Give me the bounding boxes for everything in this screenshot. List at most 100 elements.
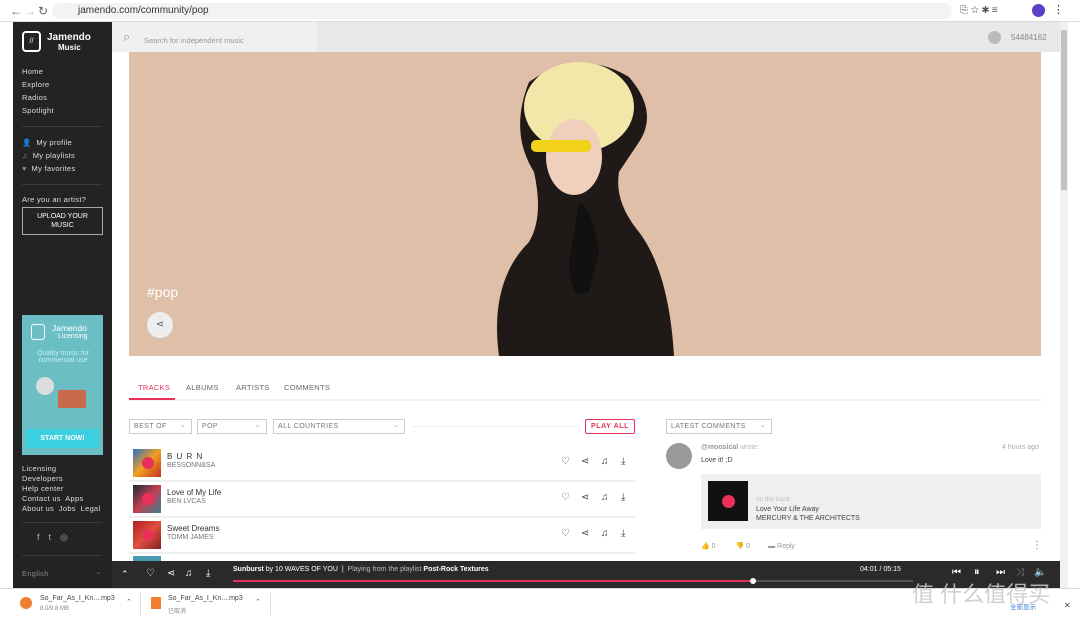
facebook-icon[interactable]: f bbox=[37, 532, 49, 542]
tab-albums[interactable]: ALBUMS bbox=[186, 383, 219, 392]
menu-icon[interactable]: ⋮ bbox=[1053, 3, 1064, 16]
comment-track-card[interactable]: on the track: Love Your Life Away MERCUR… bbox=[701, 474, 1041, 529]
track-row[interactable]: Sweet Dreams TOMM JAMES ♡ ⋖ ♫ ⤓ bbox=[129, 518, 635, 554]
player-artist[interactable]: 10 WAVES OF YOU bbox=[275, 566, 338, 573]
comment-text: Love it! ;D bbox=[701, 457, 733, 464]
address-bar[interactable]: jamendo.com/community/pop bbox=[52, 3, 952, 19]
commenter-avatar[interactable] bbox=[666, 443, 692, 469]
thumbs-up-icon[interactable]: 👍 bbox=[701, 543, 710, 550]
download-name[interactable]: So_Far_As_I_Kn....mp3 bbox=[40, 595, 115, 602]
download-icon[interactable]: ⤓ bbox=[621, 492, 625, 503]
my-favorites-link[interactable]: ♥ My favorites bbox=[22, 164, 76, 173]
player-track[interactable]: Sunburst bbox=[233, 566, 264, 573]
play-icon[interactable] bbox=[142, 529, 154, 541]
album-art[interactable] bbox=[133, 449, 161, 477]
thumbs-down-icon[interactable]: 👎 bbox=[736, 543, 745, 550]
album-art[interactable] bbox=[133, 485, 161, 513]
play-all-button[interactable]: PLAY ALL bbox=[585, 419, 635, 434]
ad-brand: Jamendo bbox=[52, 323, 87, 333]
track-title[interactable]: B U R N bbox=[167, 452, 203, 461]
track-art[interactable] bbox=[708, 481, 748, 521]
heart-icon[interactable]: ♡ bbox=[561, 456, 570, 467]
footer-jobs[interactable]: Jobs bbox=[59, 504, 76, 513]
play-icon[interactable] bbox=[142, 493, 154, 505]
nav-explore[interactable]: Explore bbox=[22, 80, 50, 89]
album-art[interactable] bbox=[133, 521, 161, 549]
footer-licensing[interactable]: Licensing bbox=[22, 464, 56, 473]
close-icon[interactable]: ✕ bbox=[1064, 601, 1071, 610]
footer-help[interactable]: Help center bbox=[22, 484, 64, 493]
upload-music-button[interactable]: UPLOAD YOUR MUSIC bbox=[22, 207, 103, 235]
nav-radios[interactable]: Radios bbox=[22, 93, 47, 102]
share-icon[interactable]: ⋖ bbox=[581, 528, 589, 539]
user-avatar[interactable] bbox=[988, 31, 1001, 44]
download-icon[interactable]: ⤓ bbox=[621, 528, 625, 539]
download-name[interactable]: So_Far_As_I_Kn....mp3 bbox=[168, 595, 243, 602]
forward-icon[interactable]: → bbox=[24, 4, 36, 18]
nav-home[interactable]: Home bbox=[22, 67, 43, 76]
add-to-playlist-icon[interactable]: ♫ bbox=[185, 568, 193, 579]
comment-user[interactable]: @moosical bbox=[701, 444, 738, 451]
chevron-up-icon[interactable]: ⌃ bbox=[126, 598, 132, 606]
twitter-icon[interactable]: t bbox=[49, 532, 61, 542]
share-button[interactable]: ⋖ bbox=[147, 312, 173, 338]
extensions-icons[interactable]: ⎘ ☆ ✱ ≡ bbox=[960, 5, 998, 16]
track-artist[interactable]: BESSONN&SA bbox=[167, 462, 215, 469]
add-to-playlist-icon[interactable]: ♫ bbox=[601, 528, 609, 539]
heart-icon[interactable]: ♡ bbox=[146, 568, 155, 579]
share-icon[interactable]: ⋖ bbox=[167, 568, 175, 579]
share-icon[interactable]: ⋖ bbox=[581, 492, 589, 503]
footer-apps[interactable]: Apps bbox=[65, 494, 83, 503]
tab-tracks[interactable]: TRACKS bbox=[138, 383, 170, 392]
track-row[interactable]: Love of My Life BEN LVCAS ♡ ⋖ ♫ ⤓ bbox=[129, 482, 635, 518]
comment-track-title[interactable]: Love Your Life Away bbox=[756, 506, 819, 513]
user-id[interactable]: 54484162 bbox=[1011, 33, 1047, 42]
language-select[interactable]: English bbox=[22, 569, 49, 578]
country-select[interactable]: ALL COUNTRIES ⌄ bbox=[273, 419, 405, 434]
chevron-up-icon[interactable]: ⌃ bbox=[255, 598, 261, 606]
track-title[interactable]: Love of My Life bbox=[167, 488, 221, 497]
reply-icon[interactable]: ▬ bbox=[768, 543, 775, 550]
period-select[interactable]: BEST OF ⌄ bbox=[129, 419, 192, 434]
add-to-playlist-icon[interactable]: ♫ bbox=[601, 456, 609, 467]
show-all-button[interactable]: 全部显示 bbox=[1010, 601, 1036, 611]
footer-about[interactable]: About us bbox=[22, 504, 54, 513]
footer-developers[interactable]: Developers bbox=[22, 474, 63, 483]
share-icon[interactable]: ⋖ bbox=[581, 456, 589, 467]
my-profile-link[interactable]: 👤 My profile bbox=[22, 138, 72, 147]
reply-button[interactable]: Reply bbox=[777, 543, 795, 550]
play-icon[interactable] bbox=[722, 495, 735, 508]
reload-icon[interactable]: ↻ bbox=[38, 4, 48, 18]
chevron-down-icon[interactable]: ⌄ bbox=[95, 567, 102, 576]
play-icon[interactable] bbox=[142, 457, 154, 469]
comments-sort-select[interactable]: LATEST COMMENTS ⌄ bbox=[666, 419, 772, 434]
tab-artists[interactable]: ARTISTS bbox=[236, 383, 270, 392]
instagram-icon[interactable]: ◎ bbox=[60, 532, 77, 542]
heart-icon[interactable]: ♡ bbox=[561, 528, 570, 539]
scrollbar[interactable] bbox=[1060, 22, 1068, 588]
track-row[interactable]: B U R N BESSONN&SA ♡ ⋖ ♫ ⤓ bbox=[129, 446, 635, 482]
progress-bar[interactable] bbox=[233, 578, 913, 584]
track-artist[interactable]: BEN LVCAS bbox=[167, 498, 206, 505]
comment-track-artist[interactable]: MERCURY & THE ARCHITECTS bbox=[756, 515, 860, 522]
heart-icon[interactable]: ♡ bbox=[561, 492, 570, 503]
download-icon[interactable]: ⤓ bbox=[206, 568, 210, 579]
footer-contact[interactable]: Contact us bbox=[22, 494, 61, 503]
licensing-ad[interactable]: Jamendo Licensing Quality music for comm… bbox=[22, 315, 103, 455]
track-artist[interactable]: TOMM JAMES bbox=[167, 534, 214, 541]
tab-comments[interactable]: COMMENTS bbox=[284, 383, 330, 392]
download-icon[interactable]: ⤓ bbox=[621, 456, 625, 467]
start-now-button[interactable]: START NOW! bbox=[26, 429, 99, 448]
more-options-icon[interactable]: ⋮ bbox=[1032, 540, 1042, 551]
expand-icon[interactable]: ⌃ bbox=[121, 569, 129, 580]
footer-legal[interactable]: Legal bbox=[81, 504, 101, 513]
profile-avatar[interactable] bbox=[1032, 4, 1045, 17]
track-title[interactable]: Sweet Dreams bbox=[167, 524, 219, 533]
back-icon[interactable]: ← bbox=[10, 4, 22, 18]
add-to-playlist-icon[interactable]: ♫ bbox=[601, 492, 609, 503]
player-playlist[interactable]: Post-Rock Textures bbox=[423, 566, 488, 573]
search-input[interactable]: ⌕ Search for independent music bbox=[112, 22, 317, 52]
my-playlists-link[interactable]: ♫ My playlists bbox=[22, 151, 75, 160]
nav-spotlight[interactable]: Spotlight bbox=[22, 106, 54, 115]
genre-select[interactable]: POP ⌄ bbox=[197, 419, 267, 434]
